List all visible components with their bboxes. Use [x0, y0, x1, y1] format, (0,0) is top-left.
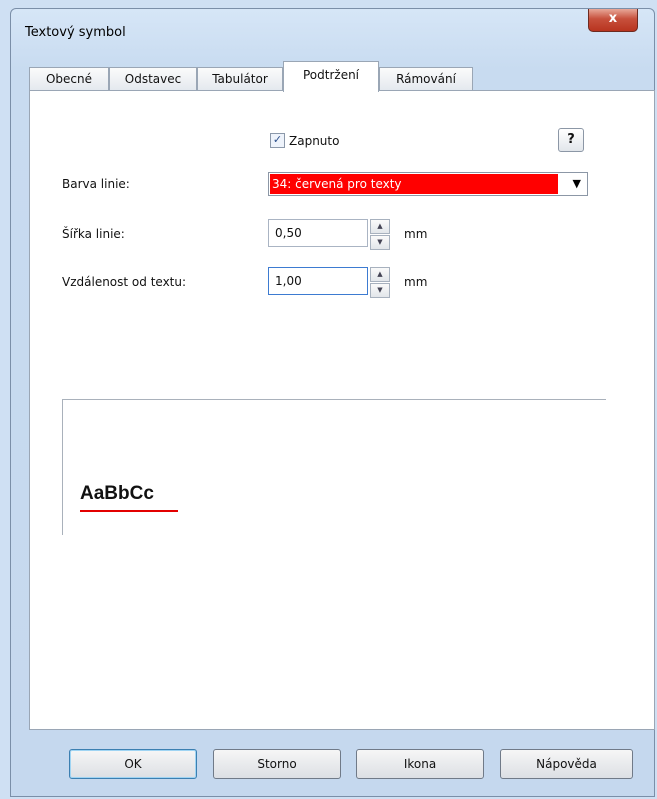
distance-spinner[interactable]: ▲ ▼ [370, 267, 390, 298]
spin-up-icon[interactable]: ▲ [370, 267, 390, 282]
window-title: Textový symbol [25, 25, 126, 40]
help-icon-button[interactable]: ? [558, 128, 584, 152]
dropdown-arrow-icon[interactable]: ▼ [573, 177, 581, 190]
line-width-label: Šířka linie: [62, 227, 125, 241]
line-color-label: Barva linie: [62, 177, 130, 191]
preview-frame-left [62, 399, 63, 535]
tab-ramovani[interactable]: Rámování [379, 67, 473, 91]
close-button[interactable]: x [588, 9, 638, 32]
line-width-input[interactable]: 0,50 [268, 219, 368, 247]
preview-frame-top [62, 399, 606, 400]
line-width-spinner[interactable]: ▲ ▼ [370, 219, 390, 250]
distance-unit: mm [404, 275, 428, 289]
title-bar: Textový symbol x [11, 9, 654, 53]
tab-panel-underline: ✓ Zapnuto ? Barva linie: 34: červená pro… [29, 90, 655, 730]
enabled-checkbox-row[interactable]: ✓ Zapnuto [270, 133, 339, 148]
dialog-window: Textový symbol x Obecné Odstavec Tabulát… [10, 8, 655, 797]
spin-down-icon[interactable]: ▼ [370, 235, 390, 250]
distance-input[interactable]: 1,00 [268, 267, 368, 295]
enabled-label[interactable]: Zapnuto [289, 134, 339, 148]
icon-button[interactable]: Ikona [356, 749, 484, 779]
close-icon: x [608, 11, 618, 26]
cancel-button[interactable]: Storno [213, 749, 341, 779]
tab-podtrzeni[interactable]: Podtržení [283, 61, 379, 92]
enabled-checkbox[interactable]: ✓ [270, 133, 285, 148]
preview-underline [80, 510, 178, 512]
line-color-select[interactable]: 34: červená pro texty ▼ [268, 172, 588, 196]
tab-odstavec[interactable]: Odstavec [109, 67, 197, 91]
line-color-value: 34: červená pro texty [270, 174, 558, 194]
distance-label: Vzdálenost od textu: [62, 275, 187, 289]
spin-down-icon[interactable]: ▼ [370, 283, 390, 298]
line-width-unit: mm [404, 227, 428, 241]
checkmark-icon: ✓ [272, 133, 283, 146]
spin-up-icon[interactable]: ▲ [370, 219, 390, 234]
preview-sample-text: AaBbCc [80, 483, 154, 504]
ok-button[interactable]: OK [69, 749, 197, 779]
help-button[interactable]: Nápověda [500, 749, 633, 779]
tab-obecne[interactable]: Obecné [29, 67, 109, 91]
tab-tabulator[interactable]: Tabulátor [197, 67, 283, 91]
